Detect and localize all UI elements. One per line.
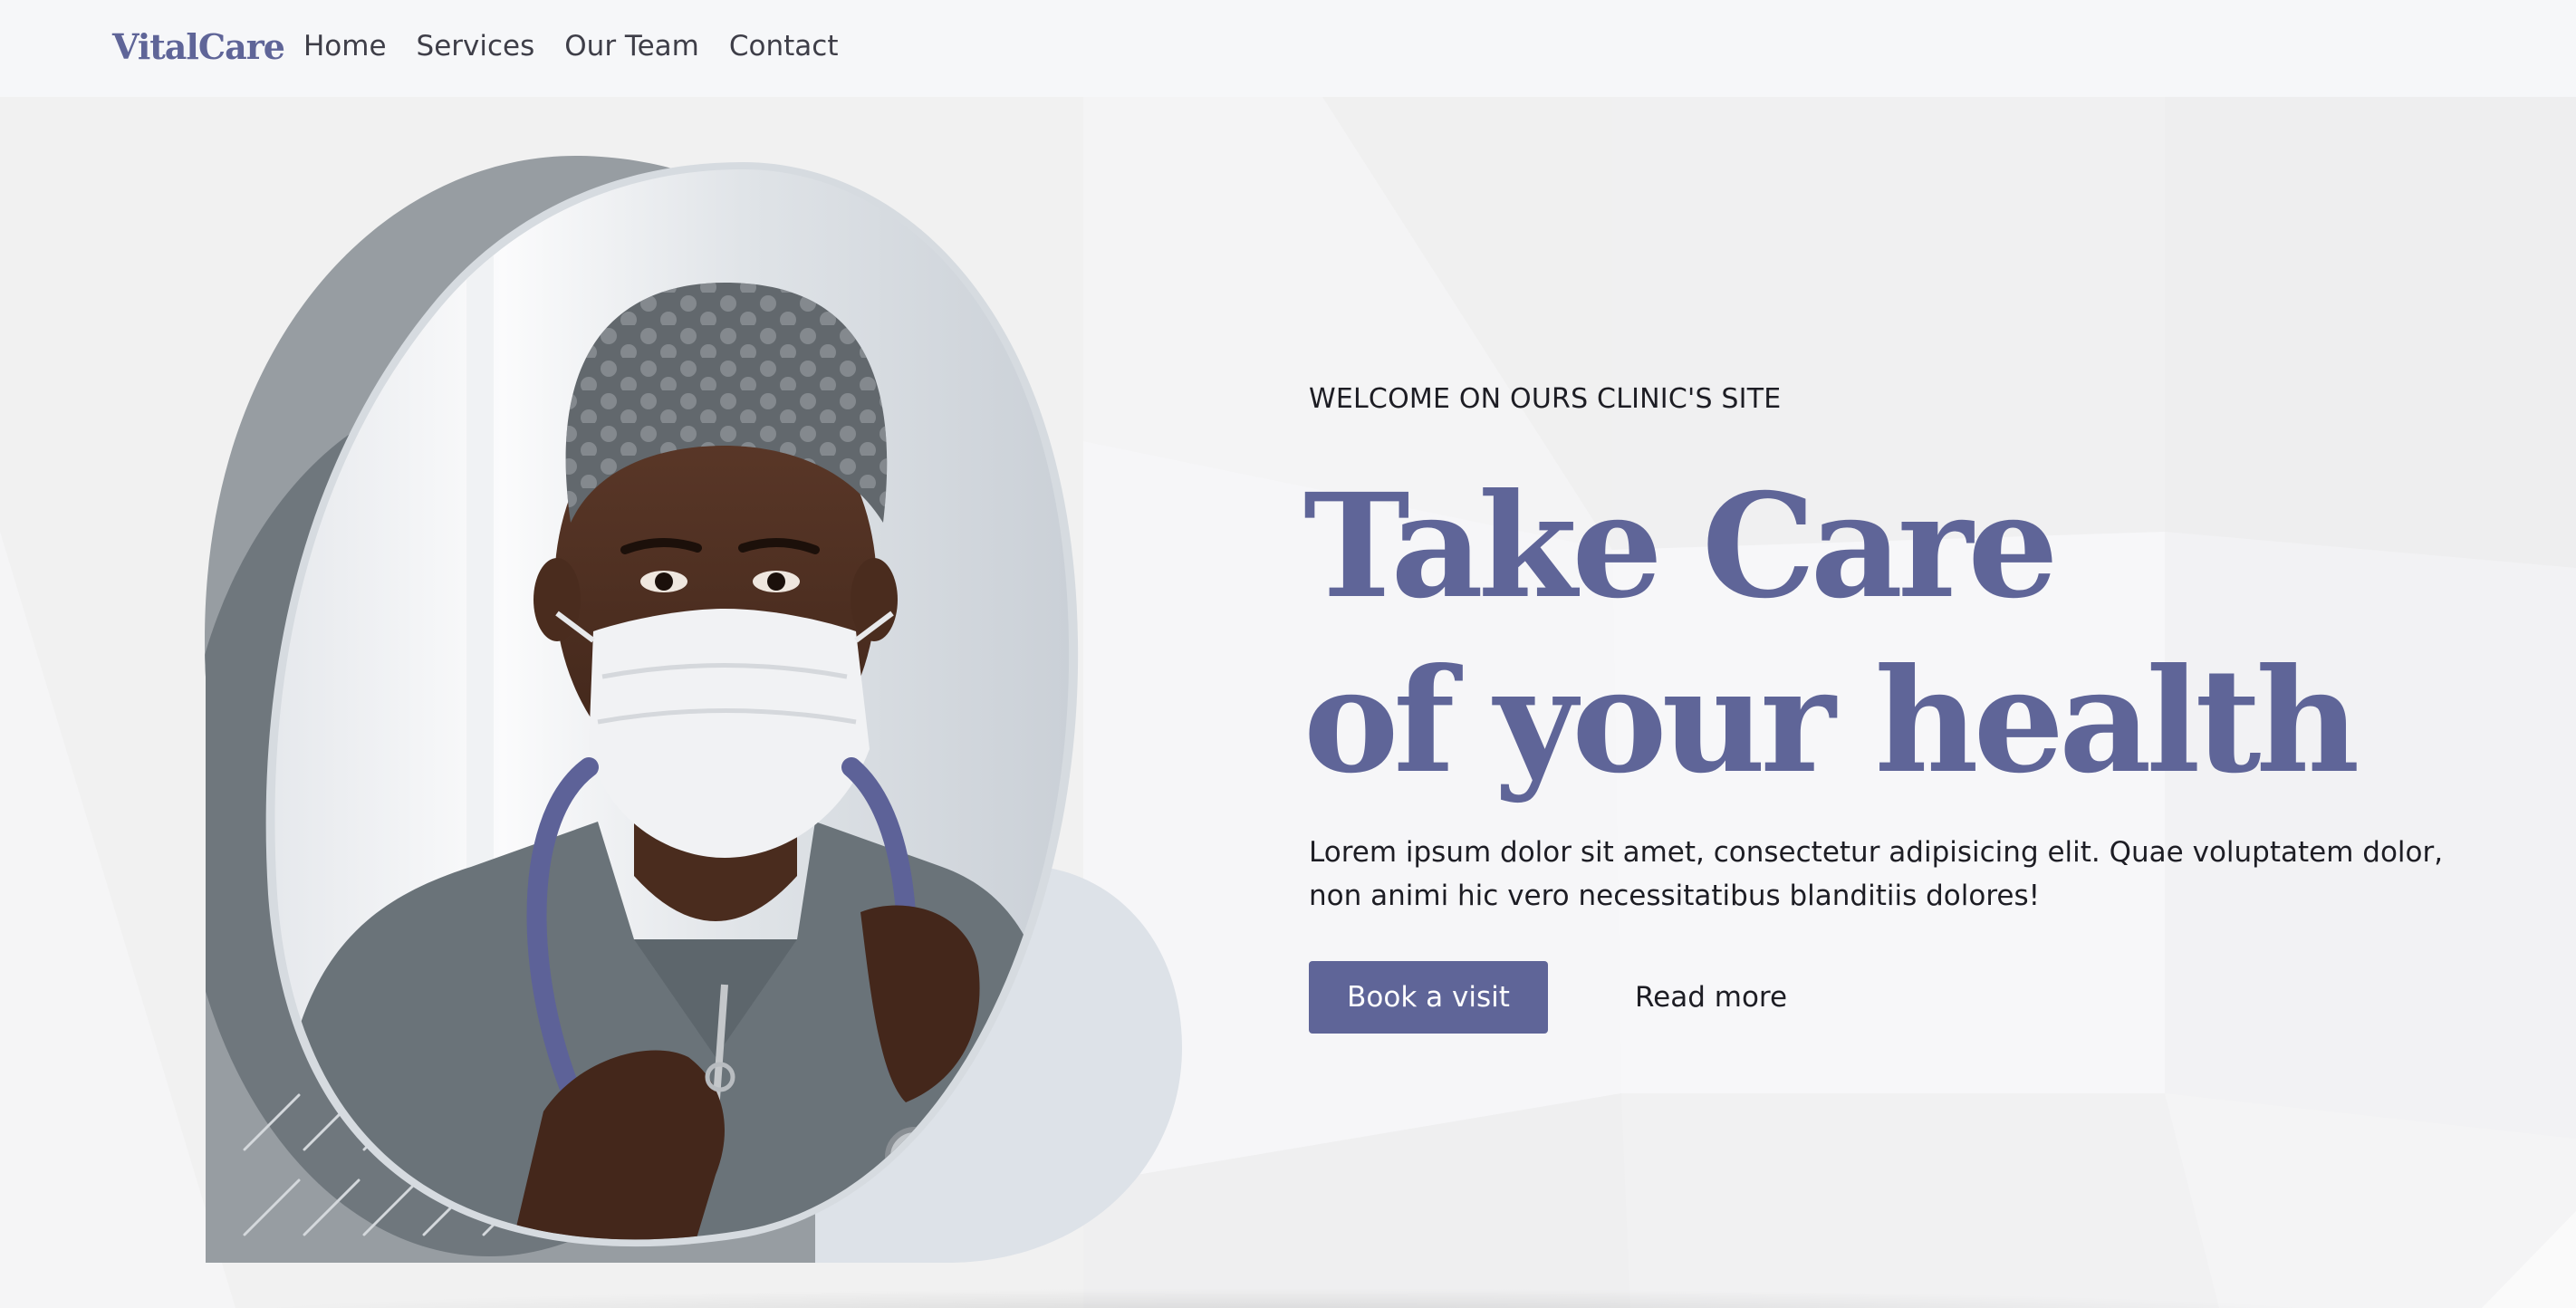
hero-headline: Take Care of your health — [1303, 459, 2360, 809]
hero-eyebrow: WELCOME ON OURS CLINIC'S SITE — [1309, 383, 1782, 415]
hero-headline-line-2: of your health — [1303, 638, 2360, 805]
site-logo[interactable]: VitalCare — [112, 22, 285, 72]
hero-illustration — [205, 155, 1182, 1263]
navbar: VitalCare Home Services Our Team Contact — [0, 0, 2576, 97]
hero-section: WELCOME ON OURS CLINIC'S SITE Take Care … — [0, 97, 2576, 1308]
nav-link-services[interactable]: Services — [417, 25, 535, 67]
nav-link-home[interactable]: Home — [303, 25, 387, 67]
main-nav: Home Services Our Team Contact — [303, 25, 838, 67]
hero-headline-line-1: Take Care — [1303, 463, 2059, 630]
read-more-link[interactable]: Read more — [1635, 961, 1787, 1034]
bottom-shadow — [199, 1288, 2373, 1308]
book-visit-button[interactable]: Book a visit — [1309, 961, 1548, 1034]
hero-description: Lorem ipsum dolor sit amet, consectetur … — [1309, 836, 2444, 912]
nav-link-our-team[interactable]: Our Team — [564, 25, 699, 67]
nav-link-contact[interactable]: Contact — [729, 25, 839, 67]
